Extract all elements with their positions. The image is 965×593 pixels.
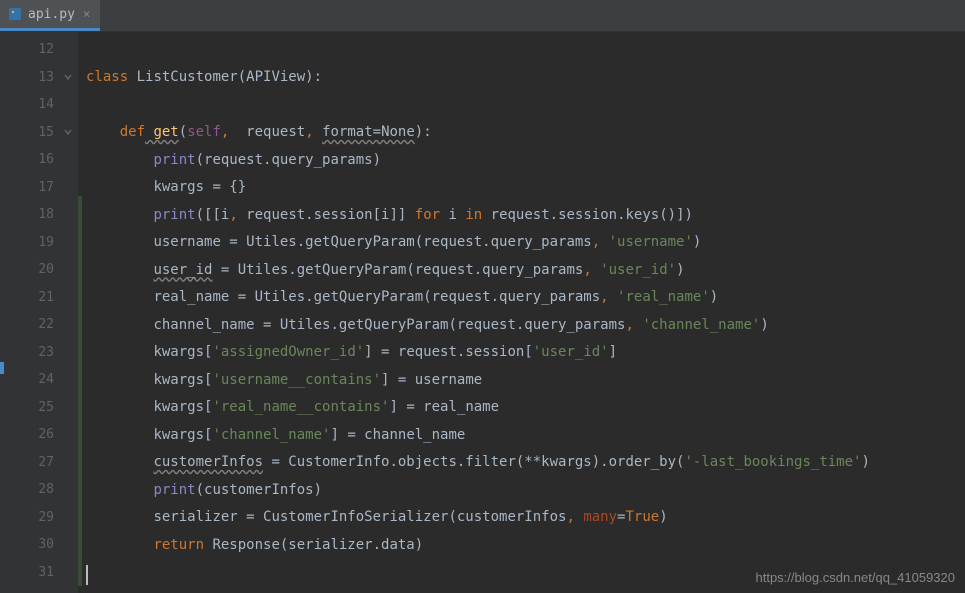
code-line: print([[i, request.session[i]] for i in … <box>78 201 965 229</box>
code-line: class ListCustomer(APIView): <box>78 64 965 92</box>
line-number: 12 <box>0 36 78 64</box>
code-line: channel_name = Utiles.getQueryParam(requ… <box>78 311 965 339</box>
line-number: 27 <box>0 449 78 477</box>
code-line: username = Utiles.getQueryParam(request.… <box>78 229 965 257</box>
code-line: print(customerInfos) <box>78 476 965 504</box>
code-line: return Response(serializer.data) <box>78 531 965 559</box>
line-number: 21 <box>0 284 78 312</box>
line-number: 14 <box>0 91 78 119</box>
code-line: kwargs['real_name__contains'] = real_nam… <box>78 394 965 422</box>
python-file-icon <box>8 7 22 21</box>
tab-filename: api.py <box>28 7 75 22</box>
code-line: customerInfos = CustomerInfo.objects.fil… <box>78 449 965 477</box>
cursor <box>86 565 88 585</box>
tab-bar: api.py × <box>0 0 965 32</box>
code-line: kwargs = {} <box>78 174 965 202</box>
line-number: 20 <box>0 256 78 284</box>
line-number: 19 <box>0 229 78 257</box>
code-line: serializer = CustomerInfoSerializer(cust… <box>78 504 965 532</box>
line-number: 23 <box>0 339 78 367</box>
line-number: 25 <box>0 394 78 422</box>
line-number: 18 <box>0 201 78 229</box>
code-line: def get(self, request, format=None): <box>78 119 965 147</box>
line-number: 29 <box>0 504 78 532</box>
line-number: 24 <box>0 366 78 394</box>
code-line: kwargs['username__contains'] = username <box>78 366 965 394</box>
code-line: kwargs['channel_name'] = channel_name <box>78 421 965 449</box>
line-number: 13 <box>0 64 78 92</box>
line-number: 28 <box>0 476 78 504</box>
editor-area: 12 13 14 15 16 17 18 19 20 21 22 23 24 2… <box>0 32 965 593</box>
watermark: https://blog.csdn.net/qq_41059320 <box>756 570 956 585</box>
close-icon[interactable]: × <box>81 7 92 21</box>
line-number: 26 <box>0 421 78 449</box>
line-number: 22 <box>0 311 78 339</box>
code-line: real_name = Utiles.getQueryParam(request… <box>78 284 965 312</box>
code-line <box>78 91 965 119</box>
line-number: 15 <box>0 119 78 147</box>
code-content[interactable]: class ListCustomer(APIView): def get(sel… <box>78 32 965 593</box>
line-number: 17 <box>0 174 78 202</box>
file-tab[interactable]: api.py × <box>0 0 100 31</box>
fold-icon[interactable] <box>62 126 74 138</box>
breakpoint-marker[interactable] <box>0 362 4 374</box>
line-number: 16 <box>0 146 78 174</box>
code-line <box>78 36 965 64</box>
line-number: 31 <box>0 559 78 587</box>
fold-icon[interactable] <box>62 71 74 83</box>
gutter: 12 13 14 15 16 17 18 19 20 21 22 23 24 2… <box>0 32 78 593</box>
line-number: 30 <box>0 531 78 559</box>
code-line: print(request.query_params) <box>78 146 965 174</box>
code-line: user_id = Utiles.getQueryParam(request.q… <box>78 256 965 284</box>
code-line: kwargs['assignedOwner_id'] = request.ses… <box>78 339 965 367</box>
